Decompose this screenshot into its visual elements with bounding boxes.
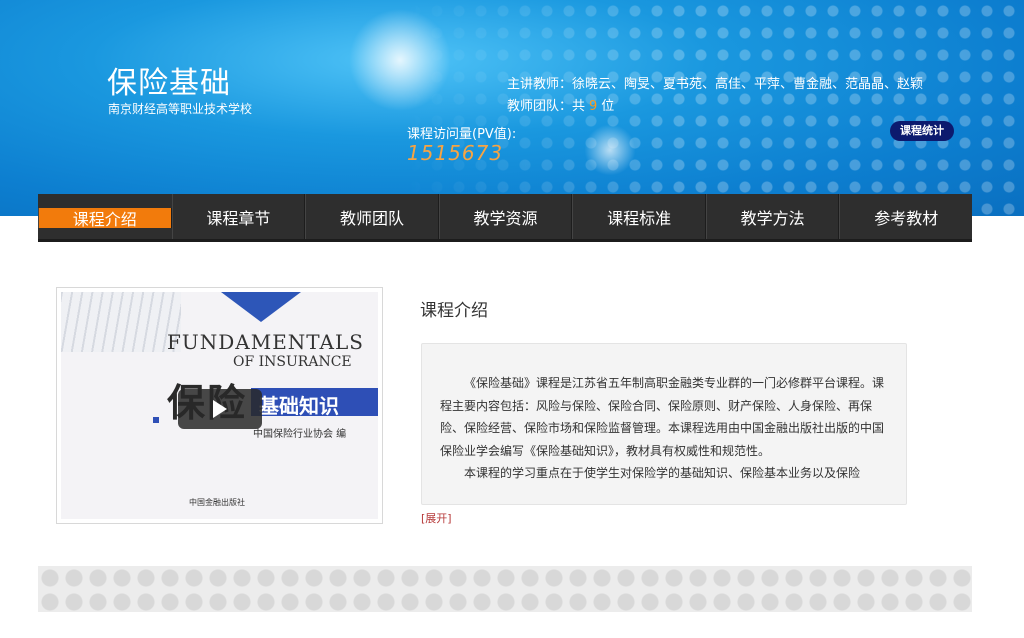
cover-org: 中国保险行业协会 编 <box>253 429 347 440</box>
expand-link[interactable]: [展开] <box>421 510 452 526</box>
cover-title-cn-sub: 基础知识 <box>259 394 339 418</box>
banner-dot-pattern <box>404 0 1024 216</box>
teachers-label: 主讲教师： <box>507 77 573 92</box>
video-poster: FUNDAMENTALS OF INSURANCE 保险 基础知识 中国保险行业… <box>61 292 378 519</box>
cover-blue-triangle <box>221 292 301 322</box>
intro-text-box[interactable]: 《保险基础》课程是江苏省五年制高职金融类专业群的一门必修群平台课程。课程主要内容… <box>421 343 907 505</box>
team-line: 教师团队：共 9 位 <box>507 95 614 114</box>
course-banner: 保险基础 南京财经高等职业技术学校 主讲教师：徐晓云、陶旻、夏书苑、高佳、平萍、… <box>0 0 1024 216</box>
teachers-line: 主讲教师：徐晓云、陶旻、夏书苑、高佳、平萍、曹金融、范晶晶、赵颖 <box>507 73 923 92</box>
banner-glow <box>340 0 460 120</box>
intro-paragraph-2: 本课程的学习重点在于使学生对保险学的基础知识、保险基本业务以及保险 <box>464 466 861 480</box>
footer-decorative-band <box>38 566 972 612</box>
intro-paragraph-1: 《保险基础》课程是江苏省五年制高职金融类专业群的一门必修群平台课程。课程主要内容… <box>440 376 885 458</box>
cover-title-en-2: OF INSURANCE <box>233 354 352 370</box>
nav-item-resources[interactable]: 教学资源 <box>438 194 573 239</box>
team-count: 9 <box>589 99 598 114</box>
main-nav: 课程介绍 课程章节 教师团队 教学资源 课程标准 教学方法 参考教材 <box>38 194 972 242</box>
team-suffix: 位 <box>601 99 615 114</box>
cover-title-en-1: FUNDAMENTALS <box>167 330 364 354</box>
nav-item-chapters[interactable]: 课程章节 <box>171 194 306 239</box>
intro-heading: 课程介绍 <box>420 301 488 321</box>
nav-item-methods[interactable]: 教学方法 <box>705 194 840 239</box>
cover-stripes <box>61 292 181 352</box>
nav-item-textbooks[interactable]: 参考教材 <box>839 194 972 239</box>
course-title: 保险基础 <box>107 66 231 101</box>
nav-item-teachers[interactable]: 教师团队 <box>305 194 439 239</box>
banner-glow-small <box>580 120 640 180</box>
nav-item-standards[interactable]: 课程标准 <box>572 194 706 239</box>
teachers-names: 徐晓云、陶旻、夏书苑、高佳、平萍、曹金融、范晶晶、赵颖 <box>572 77 924 92</box>
intro-video[interactable]: FUNDAMENTALS OF INSURANCE 保险 基础知识 中国保险行业… <box>56 287 383 524</box>
play-icon <box>213 400 227 418</box>
cover-publisher: 中国金融出版社 <box>189 498 245 507</box>
pv-label: 课程访问量(PV值): <box>407 127 517 142</box>
nav-item-course-intro[interactable]: 课程介绍 <box>38 208 172 229</box>
play-button[interactable] <box>178 389 262 429</box>
course-stats-button[interactable]: 课程统计 <box>890 121 954 141</box>
school-name: 南京财经高等职业技术学校 <box>108 102 253 116</box>
cover-dot <box>153 417 159 423</box>
team-prefix: 教师团队：共 <box>507 99 586 114</box>
pv-value: 1515673 <box>407 141 504 165</box>
